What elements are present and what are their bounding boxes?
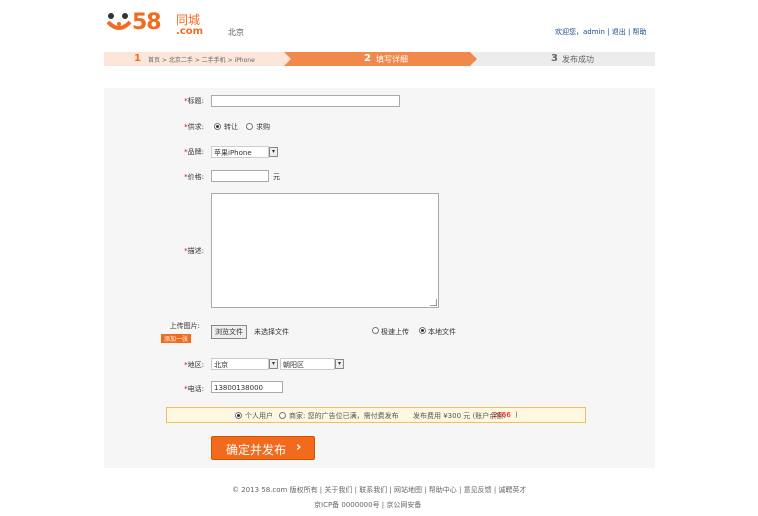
step-select-category: 1 首页 > 北京二手 > 二手手机 > iPhone: [104, 52, 291, 66]
footer-icp: 京ICP备 0000000号 | 京公网安备: [314, 501, 422, 509]
browse-file-button[interactable]: 浏览文件: [211, 325, 247, 339]
city-name[interactable]: 北京: [228, 27, 244, 38]
logo[interactable]: 58 同城 .com: [106, 8, 216, 40]
brand-select[interactable]: 苹果iPhone: [211, 146, 269, 158]
phone-input[interactable]: 13800138000: [211, 381, 283, 393]
chevron-down-icon[interactable]: ▾: [335, 359, 344, 369]
step-number: 2: [364, 53, 371, 64]
desc-textarea[interactable]: [211, 193, 439, 308]
chevron-right-icon: ›: [296, 440, 302, 455]
phone-label: *电话:: [184, 385, 204, 393]
upload-mode-label: 本地文件: [428, 328, 456, 336]
price-label: *价格:: [184, 173, 204, 181]
chevron-down-icon[interactable]: ▾: [269, 147, 278, 157]
fee-text: 发布费用 ¥300 元 (账户余额:: [413, 412, 506, 420]
logo-mascot-icon: [106, 13, 132, 30]
merchant-radio[interactable]: [279, 412, 286, 419]
footer-links[interactable]: © 2013 58.com 版权所有 | 关于我们 | 联系我们 | 网站地图 …: [232, 485, 526, 495]
upload-mode-label: 极速上传: [381, 328, 409, 336]
step-fill-details: 2 填写详细: [284, 52, 477, 66]
logo-number: 58: [132, 10, 162, 35]
price-input[interactable]: [211, 170, 269, 182]
step-number: 1: [134, 53, 141, 64]
desc-label: *描述:: [184, 247, 204, 255]
upload-tag[interactable]: 添加一张: [161, 334, 192, 343]
submit-button[interactable]: 确定并发布 ›: [211, 436, 315, 460]
brand-label: *品牌:: [184, 148, 204, 156]
logo-domain: .com: [176, 26, 204, 37]
upload-mode-fast-radio[interactable]: [372, 327, 379, 334]
type-radio-sell[interactable]: [214, 123, 221, 130]
title-label: *标题:: [184, 97, 204, 105]
step-label: 填写详细: [376, 55, 408, 64]
area-district-select[interactable]: 朝阳区: [280, 358, 335, 370]
top-links[interactable]: 欢迎您，admin | 退出 | 帮助: [555, 27, 647, 37]
upload-mode-local-radio[interactable]: [419, 327, 426, 334]
step-number: 3: [551, 53, 558, 64]
type-radio-buy[interactable]: [246, 123, 253, 130]
chevron-down-icon[interactable]: ▾: [269, 359, 278, 369]
file-status: 未选择文件: [254, 328, 289, 336]
area-label: *地区:: [184, 361, 204, 369]
type-option-label: 转让: [224, 123, 238, 131]
upload-label: 上传图片:: [169, 322, 200, 330]
progress-steps: 1 首页 > 北京二手 > 二手手机 > iPhone 2 填写详细 3 发布成…: [104, 52, 655, 66]
personal-user-radio[interactable]: [235, 412, 242, 419]
title-input[interactable]: [211, 95, 400, 107]
resize-grip-icon[interactable]: [430, 299, 437, 306]
publish-notice: 个人用户 商家: 您的广告位已满，需付费发布 发布费用 ¥300 元 (账户余额…: [166, 407, 586, 423]
submit-label: 确定并发布: [226, 443, 287, 457]
area-city-select[interactable]: 北京: [211, 358, 269, 370]
type-label: *供求:: [184, 123, 204, 131]
notice-option-label: 个人用户: [245, 412, 273, 420]
price-unit: 元: [273, 173, 280, 181]
account-balance: 2166: [493, 411, 511, 419]
notice-option-label: 商家: 您的广告位已满，需付费发布: [289, 412, 399, 420]
step-label: 发布成功: [562, 55, 594, 64]
breadcrumb[interactable]: 首页 > 北京二手 > 二手手机 > iPhone: [148, 55, 255, 64]
fee-close: ): [515, 411, 518, 419]
type-option-label: 求购: [256, 123, 270, 131]
